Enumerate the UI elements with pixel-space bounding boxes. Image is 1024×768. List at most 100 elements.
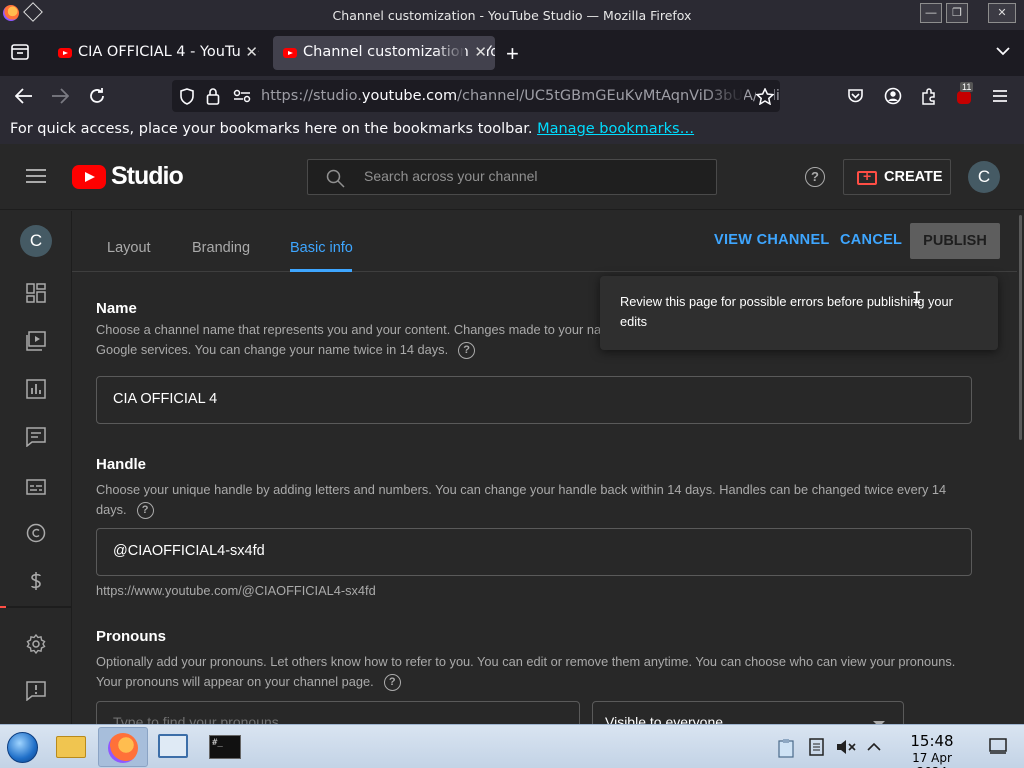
- extension-icon: [957, 91, 971, 104]
- pronouns-input[interactable]: [113, 714, 553, 724]
- handle-url: https://www.youtube.com/@CIAOFFICIAL4-sx…: [96, 583, 376, 598]
- pronouns-field[interactable]: [96, 701, 580, 724]
- notes-icon[interactable]: [808, 738, 825, 756]
- volume-muted-icon[interactable]: [836, 738, 856, 756]
- terminal-icon: #_: [209, 735, 241, 759]
- extension-badge: 11: [960, 82, 974, 92]
- address-bar[interactable]: https://studio.youtube.com/channel/UC5tG…: [172, 80, 780, 112]
- tab-branding[interactable]: Branding: [192, 240, 250, 256]
- handle-field[interactable]: [96, 528, 972, 576]
- publish-button[interactable]: PUBLISH: [910, 223, 1000, 259]
- app-menu-icon[interactable]: [992, 89, 1008, 103]
- feedback-icon[interactable]: [26, 681, 46, 701]
- browser-tab-studio[interactable]: Channel customization - YouTube Studio ✕: [273, 36, 495, 70]
- name-input[interactable]: [113, 391, 953, 407]
- start-orb-icon: [7, 732, 38, 763]
- bookmarks-hint: For quick access, place your bookmarks h…: [10, 121, 533, 137]
- studio-logo-text[interactable]: Studio: [111, 162, 184, 191]
- name-description: Choose a channel name that represents yo…: [96, 320, 619, 360]
- firefox-view-icon[interactable]: [11, 44, 29, 60]
- taskbar-clock[interactable]: 15:48 17 Apr 2024: [896, 732, 968, 768]
- window-title: Channel customization - YouTube Studio —…: [332, 8, 692, 23]
- clock-date: 17 Apr 2024: [912, 751, 952, 768]
- extensions-icon[interactable]: [920, 87, 938, 105]
- main-scrollbar[interactable]: [1017, 211, 1024, 724]
- settings-gear-icon[interactable]: [26, 634, 46, 654]
- subtitles-icon[interactable]: [26, 477, 46, 497]
- pronouns-help-icon[interactable]: ?: [383, 674, 401, 692]
- start-button[interactable]: [0, 727, 46, 767]
- show-desktop-icon[interactable]: [989, 738, 1007, 754]
- close-tab-icon[interactable]: ✕: [241, 43, 258, 61]
- pronouns-visibility-select[interactable]: Visible to everyone: [592, 701, 904, 724]
- create-button[interactable]: CREATE: [843, 159, 951, 195]
- taskbar-terminal[interactable]: #_: [202, 727, 248, 767]
- shield-icon[interactable]: [179, 88, 195, 105]
- close-tab-icon[interactable]: ✕: [470, 43, 487, 61]
- new-tab-button[interactable]: +: [506, 41, 519, 67]
- clock-time: 15:48: [910, 732, 954, 750]
- handle-description: Choose your unique handle by adding lett…: [96, 480, 976, 520]
- extension-button[interactable]: 11: [956, 82, 974, 104]
- permissions-icon[interactable]: [233, 89, 251, 103]
- create-video-icon: [857, 168, 877, 185]
- active-tab-indicator: [290, 269, 352, 272]
- help-icon[interactable]: ?: [805, 167, 825, 187]
- bookmark-star-icon[interactable]: [756, 88, 774, 105]
- close-window-button[interactable]: ✕: [988, 3, 1016, 23]
- tab-layout[interactable]: Layout: [107, 240, 151, 256]
- taskbar-control-panel[interactable]: [150, 727, 196, 767]
- pronouns-description: Optionally add your pronouns. Let others…: [96, 652, 976, 692]
- analytics-icon[interactable]: [26, 379, 46, 399]
- browser-tab-youtube[interactable]: CIA OFFICIAL 4 - YouTube ✕: [48, 36, 266, 70]
- youtube-icon: [283, 48, 297, 58]
- back-icon[interactable]: [15, 88, 33, 104]
- browser-navbar: https://studio.youtube.com/channel/UC5tG…: [0, 76, 1024, 116]
- channel-search[interactable]: [307, 159, 717, 195]
- search-icon: [326, 169, 345, 188]
- comments-icon[interactable]: [26, 427, 46, 447]
- folder-icon: [56, 736, 86, 758]
- taskbar-file-manager[interactable]: [48, 727, 94, 767]
- handle-input[interactable]: [113, 543, 953, 559]
- search-input[interactable]: [364, 168, 704, 184]
- studio-header: Studio ? CREATE C: [0, 144, 1024, 210]
- os-taskbar: #_ 15:48 17 Apr 2024: [0, 724, 1024, 768]
- pocket-icon[interactable]: [847, 88, 864, 104]
- content-icon[interactable]: [26, 331, 46, 351]
- lock-icon[interactable]: [206, 87, 220, 105]
- studio-sidebar: C: [0, 211, 72, 724]
- earn-icon[interactable]: [26, 571, 46, 591]
- monitor-icon: [158, 734, 188, 758]
- copyright-icon[interactable]: [26, 523, 46, 543]
- maximize-button[interactable]: ❐: [946, 3, 968, 23]
- channel-customization: Layout Branding Basic info VIEW CHANNEL …: [72, 211, 1024, 724]
- account-icon[interactable]: [884, 87, 902, 105]
- tray-expand-icon[interactable]: [867, 742, 881, 751]
- sidebar-divider: [0, 606, 72, 608]
- name-help-icon[interactable]: ?: [458, 342, 476, 360]
- window-titlebar: Channel customization - YouTube Studio —…: [0, 0, 1024, 30]
- channel-avatar[interactable]: C: [20, 225, 52, 257]
- tab-label: CIA OFFICIAL 4 - YouTube: [78, 44, 259, 60]
- reload-icon[interactable]: [88, 87, 106, 105]
- tab-label: Channel customization - YouTube Studio: [303, 44, 495, 60]
- handle-help-icon[interactable]: ?: [136, 502, 154, 520]
- taskbar-firefox[interactable]: [98, 727, 148, 767]
- youtube-logo-icon[interactable]: [72, 165, 106, 189]
- list-all-tabs-icon[interactable]: [996, 46, 1010, 56]
- dashboard-icon[interactable]: [26, 283, 46, 303]
- cancel-button[interactable]: CANCEL: [840, 232, 902, 248]
- url-text: https://studio.youtube.com/channel/UC5tG…: [261, 88, 780, 104]
- handle-section-title: Handle: [96, 456, 147, 473]
- youtube-icon: [58, 48, 72, 58]
- clipboard-icon[interactable]: [778, 738, 794, 758]
- menu-icon[interactable]: [26, 169, 46, 183]
- view-channel-button[interactable]: VIEW CHANNEL: [714, 232, 830, 248]
- account-avatar[interactable]: C: [968, 161, 1000, 193]
- tab-basic-info[interactable]: Basic info: [290, 240, 353, 256]
- minimize-button[interactable]: —: [920, 3, 942, 23]
- forward-icon[interactable]: [51, 88, 69, 104]
- manage-bookmarks-link[interactable]: Manage bookmarks…: [537, 121, 694, 137]
- name-field[interactable]: [96, 376, 972, 424]
